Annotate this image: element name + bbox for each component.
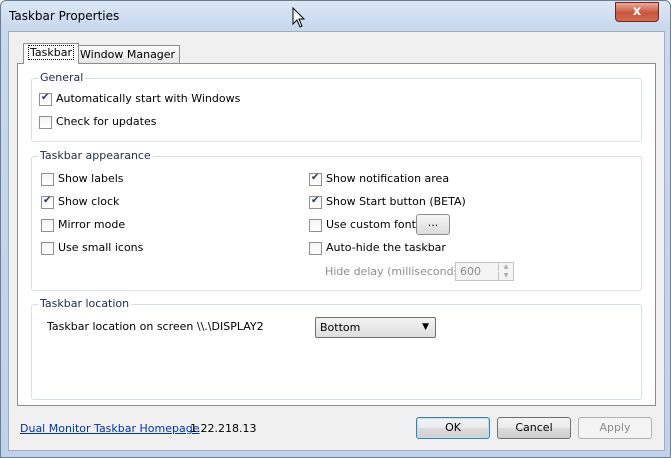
location-label: Taskbar location on screen \\.\DISPLAY2 — [47, 320, 264, 333]
chevron-down-icon: ▼ — [422, 322, 429, 332]
notification-area-label[interactable]: Show notification area — [326, 172, 449, 185]
spin-down-icon[interactable]: ▼ — [498, 272, 513, 280]
custom-font-label[interactable]: Use custom font: — [326, 218, 420, 231]
tab-taskbar-label: Taskbar — [28, 45, 74, 60]
mouse-cursor-icon — [292, 7, 306, 28]
appearance-legend: Taskbar appearance — [38, 149, 153, 162]
ok-button[interactable]: OK — [416, 417, 490, 439]
notification-area-checkbox[interactable] — [309, 172, 322, 186]
cancel-button[interactable]: Cancel — [497, 417, 571, 439]
homepage-link[interactable]: Dual Monitor Taskbar Homepage — [20, 422, 200, 435]
auto-hide-checkbox[interactable] — [309, 242, 322, 255]
check-updates-label[interactable]: Check for updates — [56, 115, 156, 128]
hide-delay-spinner[interactable]: 600 ▲ ▼ — [455, 262, 514, 281]
window-title: Taskbar Properties — [9, 9, 120, 23]
start-button-label[interactable]: Show Start button (BETA) — [326, 195, 466, 208]
location-select[interactable]: Bottom ▼ — [315, 317, 436, 338]
small-icons-label[interactable]: Use small icons — [58, 241, 143, 254]
taskbar-properties-window: Taskbar Properties x Taskbar Window Mana… — [0, 0, 671, 458]
auto-start-label[interactable]: Automatically start with Windows — [56, 92, 240, 105]
show-clock-checkbox[interactable] — [41, 195, 54, 209]
close-button[interactable]: x — [615, 2, 659, 22]
title-bar[interactable]: Taskbar Properties x — [1, 1, 670, 31]
show-labels-label[interactable]: Show labels — [58, 172, 124, 185]
location-selected-value: Bottom — [320, 321, 361, 334]
check-updates-checkbox[interactable] — [39, 116, 52, 129]
close-icon: x — [632, 4, 642, 19]
show-labels-checkbox[interactable] — [41, 173, 54, 186]
tab-window-manager-label: Window Manager — [80, 48, 176, 61]
tab-taskbar[interactable]: Taskbar — [23, 43, 79, 64]
auto-hide-label[interactable]: Auto-hide the taskbar — [326, 241, 446, 254]
hide-delay-label: Hide delay (milliseconds): — [325, 265, 468, 278]
mirror-mode-label[interactable]: Mirror mode — [58, 218, 125, 231]
custom-font-checkbox[interactable] — [309, 219, 322, 232]
apply-button[interactable]: Apply — [578, 417, 652, 439]
auto-start-checkbox[interactable] — [39, 92, 52, 106]
hide-delay-value: 600 — [460, 265, 481, 278]
choose-font-button[interactable]: ... — [416, 214, 450, 235]
version-text: 1.22.218.13 — [190, 422, 257, 435]
small-icons-checkbox[interactable] — [41, 242, 54, 255]
general-group: General — [31, 71, 642, 142]
location-legend: Taskbar location — [38, 297, 132, 310]
tab-window-manager[interactable]: Window Manager — [75, 45, 181, 63]
start-button-checkbox[interactable] — [309, 195, 322, 209]
general-legend: General — [38, 71, 86, 84]
mirror-mode-checkbox[interactable] — [41, 219, 54, 232]
spin-up-icon[interactable]: ▲ — [498, 263, 513, 271]
show-clock-label[interactable]: Show clock — [58, 195, 119, 208]
